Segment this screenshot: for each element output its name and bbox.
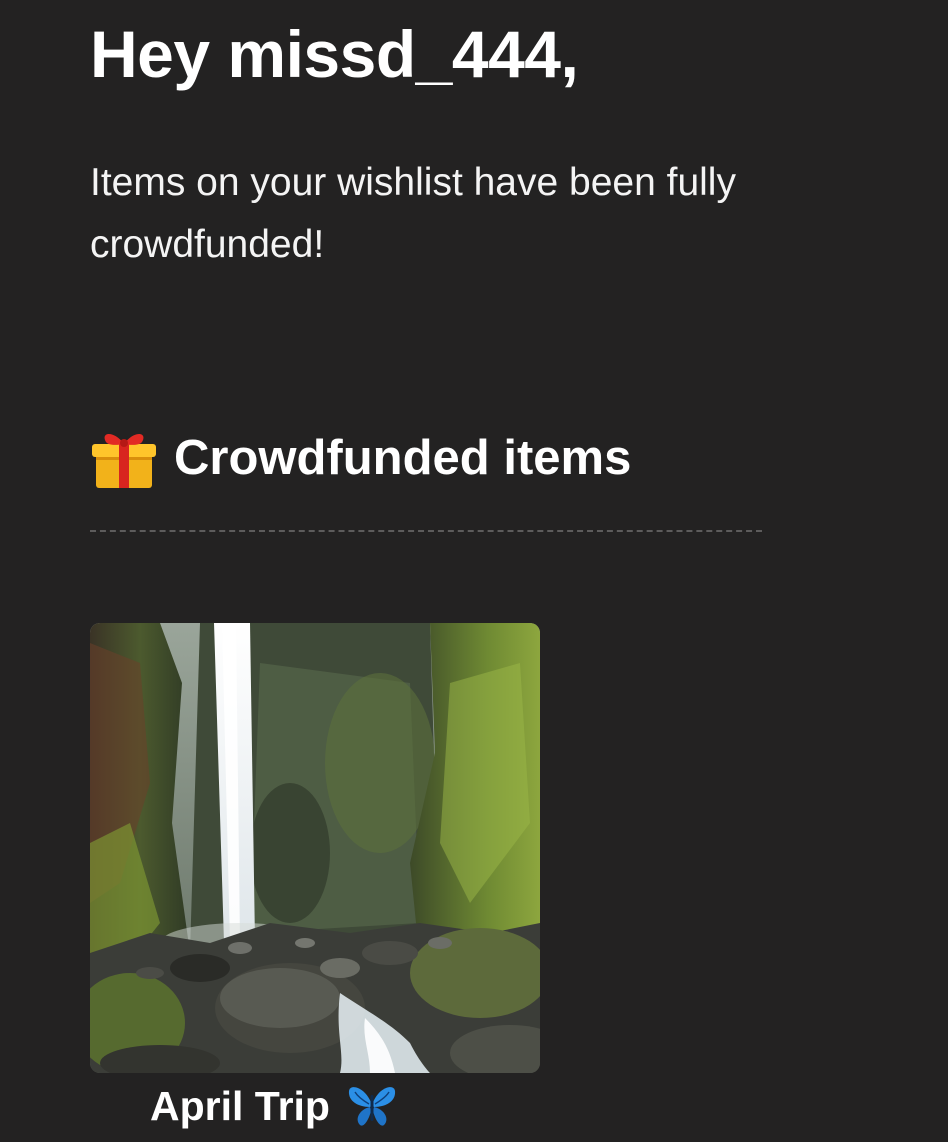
crowdfunded-item-card[interactable]: April Trip	[90, 623, 540, 1129]
section-title: Crowdfunded items	[174, 431, 632, 485]
section-divider	[90, 530, 762, 532]
butterfly-icon	[346, 1083, 398, 1129]
section-heading: Crowdfunded items	[90, 420, 631, 496]
greeting-heading: Hey missd_444,	[90, 17, 579, 91]
notification-message: Items on your wishlist have been fully c…	[90, 161, 736, 266]
item-image-waterfall[interactable]	[90, 623, 540, 1073]
gift-icon	[90, 424, 158, 492]
item-title[interactable]: April Trip	[150, 1081, 398, 1131]
item-title-label: April Trip	[150, 1082, 330, 1129]
